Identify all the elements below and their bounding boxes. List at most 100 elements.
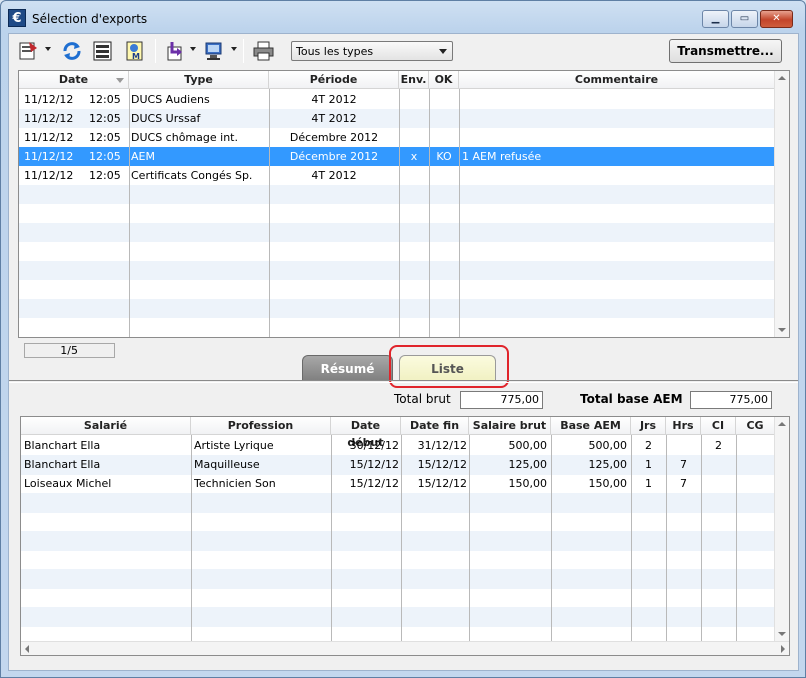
cell-type: DUCS Audiens	[131, 93, 210, 106]
total-brut-label: Total brut	[394, 392, 451, 406]
scroll-left-icon[interactable]	[25, 645, 29, 653]
transmit-button[interactable]: Transmettre...	[669, 39, 782, 63]
exports-table-header: Date Type Période Env. OK Commentaire	[19, 71, 774, 89]
cell-comment: 1 AEM refusée	[462, 150, 542, 163]
column-header-jrs[interactable]: Jrs	[631, 417, 666, 435]
move-dropdown-arrow[interactable]	[190, 47, 196, 51]
column-header-profession[interactable]: Profession	[191, 417, 331, 435]
maximize-button[interactable]: ▭	[731, 10, 758, 28]
send-menu-icon[interactable]	[203, 40, 227, 62]
table-row[interactable]: Blanchart Ella Maquilleuse 15/12/12 15/12/1…	[21, 455, 774, 475]
toolbar-separator	[243, 39, 244, 63]
export-menu-icon[interactable]	[17, 40, 41, 62]
table-row[interactable]: 11/12/12 12:05 DUCS Urssaf 4T 2012	[19, 109, 774, 128]
cell-date-fin: 31/12/12	[417, 439, 467, 452]
scroll-up-icon[interactable]	[778, 76, 786, 80]
table-row[interactable]: Loiseaux Michel Technicien Son 15/12/12 15/…	[21, 474, 774, 494]
toolbar: M Tous les types Transmettre...	[9, 34, 798, 68]
column-divider	[459, 89, 460, 337]
document-m-icon[interactable]: M	[123, 40, 147, 62]
table-row[interactable]: 11/12/12 12:05 DUCS Audiens 4T 2012	[19, 90, 774, 109]
column-header-ok[interactable]: OK	[429, 71, 459, 89]
type-filter-select[interactable]: Tous les types	[291, 41, 453, 61]
type-filter-value: Tous les types	[296, 45, 374, 58]
column-header-date-debut[interactable]: Date début	[331, 417, 401, 449]
table-row[interactable]: 11/12/12 12:05 Certificats Congés Sp. 4T 20…	[19, 166, 774, 185]
column-header-ci[interactable]: CI	[701, 417, 736, 435]
table-row[interactable]: 11/12/12 12:05 DUCS chômage int. Décembre 2…	[19, 128, 774, 147]
column-divider	[401, 435, 402, 641]
exports-table[interactable]: Date Type Période Env. OK Commentaire 11…	[18, 70, 790, 338]
empty-row	[19, 261, 774, 280]
cell-base-aem: 500,00	[588, 439, 628, 452]
cell-cg	[736, 474, 774, 494]
send-dropdown-arrow[interactable]	[231, 47, 237, 51]
table-row[interactable]: 11/12/12 12:05 AEM Décembre 2012 x KO 1 AEM re…	[19, 147, 774, 166]
scroll-down-icon[interactable]	[778, 632, 786, 636]
scroll-right-icon[interactable]	[781, 645, 785, 653]
move-menu-icon[interactable]	[164, 40, 188, 62]
column-divider	[429, 89, 430, 337]
employees-vertical-scrollbar[interactable]	[774, 417, 789, 641]
scroll-up-icon[interactable]	[778, 422, 786, 426]
cell-period: 4T 2012	[311, 169, 357, 182]
empty-row	[19, 318, 774, 337]
column-label: Date	[58, 73, 89, 86]
total-brut-field: 775,00	[460, 391, 543, 409]
column-header-hrs[interactable]: Hrs	[666, 417, 701, 435]
cell-period: Décembre 2012	[289, 150, 379, 163]
column-header-comment[interactable]: Commentaire	[459, 71, 774, 89]
column-header-salaire-brut[interactable]: Salaire brut	[469, 417, 551, 435]
table-row[interactable]: Blanchart Ella Artiste Lyrique 30/12/12 31/…	[21, 436, 774, 456]
tab-divider	[9, 380, 798, 383]
client-area: M Tous les types Transmettre... Date Typ…	[8, 33, 799, 671]
cell-env	[399, 128, 429, 147]
column-header-period[interactable]: Période	[269, 71, 399, 89]
minimize-button[interactable]: ▁	[702, 10, 729, 28]
refresh-icon[interactable]	[60, 40, 84, 62]
cell-hrs: 7	[680, 477, 687, 490]
column-divider	[701, 435, 702, 641]
employees-table[interactable]: Salarié Profession Date début Date fin S…	[20, 416, 790, 656]
toolbar-separator	[155, 39, 156, 63]
app-euro-icon: €	[8, 9, 26, 27]
cell-date-debut: 30/12/12	[349, 439, 399, 452]
empty-row	[21, 569, 774, 589]
cell-hrs: 7	[680, 458, 687, 471]
empty-row	[19, 223, 774, 242]
column-header-env[interactable]: Env.	[399, 71, 429, 89]
export-selection-window: € Sélection d'exports ▁ ▭ ✕ M Tous les t…	[0, 0, 806, 678]
column-header-cg[interactable]: CG	[736, 417, 774, 435]
cell-hrs	[666, 436, 701, 456]
cell-comment	[462, 166, 762, 185]
empty-row	[21, 512, 774, 532]
column-header-date[interactable]: Date	[19, 71, 129, 89]
empty-row	[21, 550, 774, 570]
scroll-down-icon[interactable]	[778, 328, 786, 332]
cell-type: DUCS Urssaf	[131, 112, 201, 125]
tab-resume[interactable]: Résumé	[302, 355, 393, 381]
empty-row	[19, 280, 774, 299]
empty-row	[21, 588, 774, 608]
column-header-type[interactable]: Type	[129, 71, 269, 89]
cell-type: AEM	[131, 150, 155, 163]
cell-type: Certificats Congés Sp.	[131, 169, 253, 182]
cell-date-debut: 15/12/12	[349, 477, 399, 490]
column-header-base-aem[interactable]: Base AEM	[551, 417, 631, 435]
column-header-date-fin[interactable]: Date fin	[401, 417, 469, 435]
employees-horizontal-scrollbar[interactable]	[21, 641, 789, 655]
printer-icon[interactable]	[252, 40, 276, 62]
list-icon[interactable]	[91, 40, 115, 62]
cell-type: DUCS chômage int.	[131, 131, 238, 144]
export-dropdown-arrow[interactable]	[45, 47, 51, 51]
cell-ok	[429, 166, 459, 185]
close-icon: ✕	[772, 13, 781, 24]
cell-ok	[429, 128, 459, 147]
column-divider	[736, 435, 737, 641]
close-button[interactable]: ✕	[760, 10, 793, 28]
cell-time: 12:05	[89, 131, 121, 144]
column-header-salarie[interactable]: Salarié	[21, 417, 191, 435]
title-bar: € Sélection d'exports ▁ ▭ ✕	[1, 1, 805, 33]
column-divider	[666, 435, 667, 641]
exports-vertical-scrollbar[interactable]	[774, 71, 789, 337]
